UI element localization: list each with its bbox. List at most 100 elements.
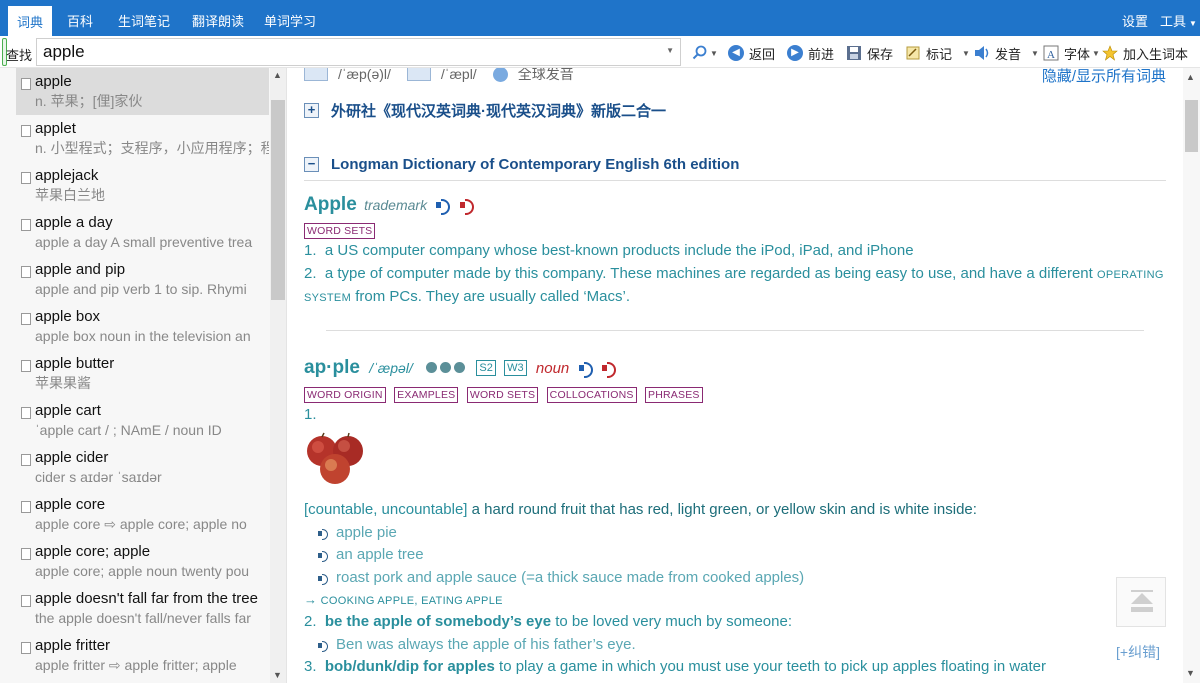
speaker-uk-icon[interactable] — [578, 362, 593, 378]
list-item[interactable]: apple doesn't fall far from the tree the … — [16, 585, 269, 632]
tag-phrases[interactable]: PHRASES — [645, 387, 703, 403]
tools-menu[interactable]: 工具 ▼ — [1160, 0, 1197, 36]
search-history-dropdown[interactable]: ▼ — [666, 46, 674, 55]
list-item-word: apple fritter — [35, 637, 111, 654]
tab-dictionary[interactable]: 词典 — [8, 6, 53, 36]
expand-icon[interactable]: + — [304, 102, 319, 118]
tag-word-sets[interactable]: WORD SETS — [304, 223, 376, 239]
tag-collocations[interactable]: COLLOCATIONS — [546, 387, 637, 403]
tag-word-sets[interactable]: WORD SETS — [466, 387, 539, 403]
list-item-word: apple doesn't fall far from the tree — [35, 590, 258, 607]
crossref-link[interactable]: COOKING APPLE, EATING APPLE — [321, 595, 503, 607]
forward-button[interactable]: ▶ 前进 — [787, 43, 834, 63]
toggle-all-dictionaries-link[interactable]: 隐藏/显示所有词典 — [1042, 68, 1166, 86]
search-button[interactable]: ▼ — [692, 43, 718, 63]
written-frequency-badge: W3 — [504, 360, 527, 376]
list-item[interactable]: apple core apple core ⇨ apple core; apple… — [16, 491, 269, 538]
speaker-icon[interactable] — [318, 640, 328, 652]
list-item[interactable]: apple box apple box noun in the televisio… — [16, 303, 269, 350]
document-icon — [21, 125, 31, 137]
example-text: roast pork and apple sauce (=a thick sau… — [336, 569, 805, 586]
list-item[interactable]: apple cart ˈapple cart / ; NAmE / noun ID — [16, 397, 269, 444]
scrollbar-thumb[interactable] — [271, 100, 285, 300]
search-input[interactable] — [37, 39, 647, 65]
global-pronunciation-link[interactable]: 全球发音 — [518, 68, 574, 84]
crossref-link[interactable]: SYSTEM — [304, 292, 351, 304]
dictionary-header-longman[interactable]: − Longman Dictionary of Contemporary Eng… — [304, 154, 739, 174]
list-item[interactable]: apple core; apple apple core; apple noun … — [16, 538, 269, 585]
document-icon — [21, 266, 31, 278]
speaker-us-icon[interactable] — [459, 198, 474, 215]
list-item-definition: apple fritter ⇨ apple fritter; apple — [35, 657, 237, 673]
list-item[interactable]: apple n. 苹果；[俚]家伙 — [16, 68, 269, 115]
list-item-word: apple core; apple — [35, 543, 151, 560]
speaker-icon[interactable] — [318, 528, 328, 540]
tab-word-study[interactable]: 单词学习 — [254, 0, 326, 36]
top-nav-bar: 词典 百科 生词笔记 翻译朗读 单词学习 设置 工具 ▼ — [0, 0, 1200, 36]
list-item-definition: ˈapple cart / ; NAmE / noun ID — [35, 422, 222, 438]
tab-translate-read[interactable]: 翻译朗读 — [182, 0, 254, 36]
tab-word-notes[interactable]: 生词笔记 — [108, 0, 180, 36]
list-item-word: apple and pip — [35, 261, 126, 278]
example-text: Ben was always the apple of his father’s… — [336, 636, 636, 653]
results-scrollbar[interactable]: ▲ ▼ — [270, 68, 286, 683]
tag-word-origin[interactable]: WORD ORIGIN — [304, 387, 386, 403]
crossref-link[interactable]: OPERATING — [1097, 269, 1164, 281]
chevron-down-icon: ▼ — [1092, 48, 1100, 58]
star-icon — [1102, 45, 1118, 61]
list-item[interactable]: apple and pip apple and pip verb 1 to sip… — [16, 256, 269, 303]
speaker-us-icon[interactable] — [601, 362, 616, 378]
back-button[interactable]: ◀ 返回 — [728, 43, 775, 63]
sense-definition: from PCs. They are usually called ‘Macs’… — [355, 288, 631, 305]
scroll-down-icon[interactable]: ▼ — [273, 670, 282, 680]
sense-number: 1. — [304, 406, 317, 423]
back-to-top-button[interactable] — [1116, 577, 1166, 627]
document-icon — [21, 501, 31, 513]
scroll-up-icon[interactable]: ▲ — [273, 70, 282, 80]
list-item[interactable]: apple cider cider s aɪdər ˈsaɪdər — [16, 444, 269, 491]
globe-icon[interactable] — [492, 68, 508, 82]
add-wordbook-button[interactable]: 加入生词本 — [1102, 43, 1188, 63]
tag-examples[interactable]: EXAMPLES — [394, 387, 459, 403]
collapse-icon[interactable]: − — [304, 156, 319, 172]
tab-encyclopedia[interactable]: 百科 — [57, 0, 103, 36]
entry-headword: Apple trademark — [304, 194, 474, 216]
settings-menu[interactable]: 设置 — [1122, 0, 1148, 36]
list-item[interactable]: applejack 苹果白兰地 — [16, 162, 269, 209]
arrow-up-icon — [1131, 593, 1153, 604]
list-item-word: applet — [35, 120, 76, 137]
results-list: apple n. 苹果；[俚]家伙 applet n. 小型程式；支程序，小应用程序… — [16, 68, 269, 683]
pronounce-button[interactable]: 发音 ▼ — [974, 43, 1039, 63]
definition-scrollbar[interactable]: ▲ ▼ — [1183, 68, 1200, 683]
spoken-frequency-badge: S2 — [476, 360, 496, 376]
mark-button[interactable]: 标记 ▼ — [905, 43, 970, 63]
list-item[interactable]: apple butter 苹果果酱 — [16, 350, 269, 397]
speaker-icon[interactable] — [318, 573, 328, 585]
list-item-definition: apple box noun in the television an — [35, 328, 251, 344]
save-button[interactable]: 保存 — [846, 43, 893, 63]
report-error-link[interactable]: [+纠错] — [1116, 642, 1160, 662]
scroll-up-icon[interactable]: ▲ — [1186, 72, 1195, 82]
font-button[interactable]: A 字体 ▼ — [1043, 43, 1100, 63]
list-item[interactable]: apple a day apple a day A small preventiv… — [16, 209, 269, 256]
scroll-down-icon[interactable]: ▼ — [1186, 668, 1195, 678]
scrollbar-thumb[interactable] — [1185, 100, 1198, 152]
list-item[interactable]: applet n. 小型程式；支程序，小应用程序；程 — [16, 115, 269, 162]
headword-text: Apple — [304, 194, 357, 215]
us-flag-icon[interactable] — [406, 68, 431, 81]
entry-tags: WORD ORIGIN EXAMPLES WORD SETS COLLOCATI… — [304, 385, 707, 403]
dictionary-header-fltrp[interactable]: + 外研社《现代汉英词典·现代英汉词典》新版二合一 — [304, 100, 666, 120]
speaker-icon[interactable] — [318, 550, 328, 562]
uk-flag-icon[interactable] — [304, 68, 328, 81]
sense-number: 2. — [304, 613, 317, 630]
back-to-top-icon — [1131, 590, 1153, 592]
speaker-uk-icon[interactable] — [436, 198, 451, 215]
list-item-definition: 苹果果酱 — [35, 375, 91, 391]
save-label: 保存 — [867, 46, 894, 62]
list-item-word: apple box — [35, 308, 101, 325]
definition-pane: /ˈæp(ə)l/ /ˈæpl/ 全球发音 隐藏/显示所有词典 + 外研社《现代… — [288, 68, 1182, 683]
sense-2-cont: SYSTEM from PCs. They are usually called… — [304, 288, 630, 305]
search-toolbar: 查找 ▼ ▼ ◀ 返回 ▶ 前进 保存 标记 ▼ 发音 ▼ A 字体 ▼ 加入生词本 — [0, 36, 1200, 68]
list-item[interactable]: apple fritter apple fritter ⇨ apple fritt… — [16, 632, 269, 679]
list-item-word: apple cider — [35, 449, 109, 466]
